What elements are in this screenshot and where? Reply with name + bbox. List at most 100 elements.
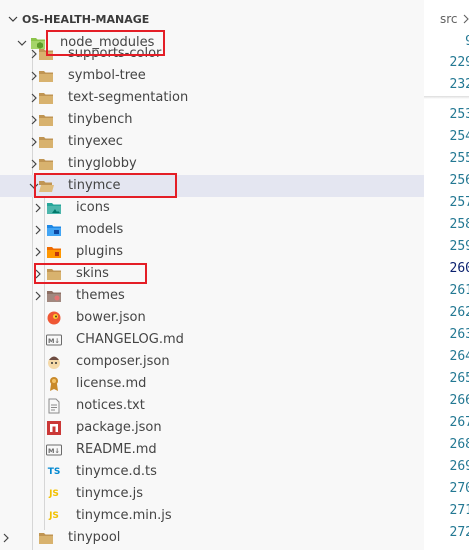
line-number: 254 [449,129,469,144]
bower-icon [46,310,62,326]
chevron-right-icon[interactable] [32,202,44,214]
text-file-icon [46,398,62,414]
file-row-changelog-md[interactable]: M↓ CHANGELOG.md [0,329,424,351]
tree-item-label: composer.json [76,354,170,369]
chevron-right-icon [462,14,469,24]
folder-row-icons[interactable]: icons [0,197,424,219]
folder-icon [38,530,54,546]
folder-icon [38,134,54,150]
file-row-readme-md[interactable]: M↓ README.md [0,439,424,461]
markdown-icon: M↓ [46,442,62,458]
folder-icon [38,68,54,84]
line-number: 257 [449,195,469,210]
markdown-icon: M↓ [46,332,62,348]
line-number: 272 [449,525,469,540]
line-number: 269 [449,459,469,474]
explorer-panel: OS-HEALTH-MANAGE node_modules supports-co… [0,0,424,550]
highlight-box-tinymce [34,173,177,198]
breadcrumb[interactable]: src [424,8,469,30]
chevron-right-icon[interactable] [0,532,12,544]
line-number: 232 [449,77,469,92]
folder-row-themes[interactable]: themes [0,285,424,307]
folder-row-plugins[interactable]: plugins [0,241,424,263]
folder-row-tinypool[interactable]: tinypool [0,527,424,549]
breadcrumb-src[interactable]: src [440,12,458,26]
folder-icon [38,156,54,172]
explorer-section-header[interactable]: OS-HEALTH-MANAGE [0,8,424,30]
folder-row-tinyexec[interactable]: tinyexec [0,131,424,153]
tree-item-label: text-segmentation [68,90,189,105]
file-row-package-json[interactable]: package.json [0,417,424,439]
file-row-bower-json[interactable]: bower.json [0,307,424,329]
line-number: 229 [449,55,469,70]
tree-item-label: tinymce.min.js [76,508,172,523]
javascript-icon: JS [49,489,59,499]
file-row-composer-json[interactable]: composer.json [0,351,424,373]
tree-item-label: tinymce.js [76,486,143,501]
folder-row-symbol-tree[interactable]: symbol-tree [0,65,424,87]
tree-item-label: icons [76,200,110,215]
line-number: 9 [424,34,469,49]
folder-row-tinyglobby[interactable]: tinyglobby [0,153,424,175]
chevron-right-icon[interactable] [32,224,44,236]
tree-item-label: symbol-tree [68,68,146,83]
highlight-box-skins [34,263,147,284]
file-row-tinymce-min-js[interactable]: JS tinymce.min.js [0,505,424,527]
images-folder-icon [46,200,62,216]
tree-item-label: tinyglobby [68,156,137,171]
line-number: 256 [449,173,469,188]
line-number: 264 [449,349,469,364]
javascript-icon: JS [49,511,59,521]
line-number: 268 [449,437,469,452]
sticky-scroll-shadow [424,96,469,99]
line-number: 267 [449,415,469,430]
line-number: 258 [449,217,469,232]
tree-item-label: plugins [76,244,123,259]
models-folder-icon [46,222,62,238]
file-row-license-md[interactable]: license.md [0,373,424,395]
line-number: 260 [449,261,469,276]
tree-item-label: README.md [76,442,157,457]
line-number: 265 [449,371,469,386]
line-number: 253 [449,107,469,122]
license-icon [46,376,62,392]
tree-item-label: license.md [76,376,147,391]
line-number: 261 [449,283,469,298]
file-row-tinymce-js[interactable]: JS tinymce.js [0,483,424,505]
editor-gutter: src 9 229 232 253 254 255 256 257 258 259 260 261 26… [424,0,469,550]
tree-item-label: tinyexec [68,134,123,149]
folder-row-text-segmentation[interactable]: text-segmentation [0,87,424,109]
tree-item-label: package.json [76,420,162,435]
composer-icon [46,354,62,370]
file-row-tinymce-d-ts[interactable]: TS tinymce.d.ts [0,461,424,483]
highlight-box-node-modules [46,30,165,56]
typescript-icon: TS [47,467,61,477]
folder-row-tinybench[interactable]: tinybench [0,109,424,131]
tree-item-label: themes [76,288,125,303]
line-number: 270 [449,481,469,496]
npm-icon [46,420,62,436]
line-number: 263 [449,327,469,342]
chevron-right-icon[interactable] [32,290,44,302]
explorer-section-title: OS-HEALTH-MANAGE [22,12,150,26]
line-number: 262 [449,305,469,320]
folder-icon [38,90,54,106]
line-number: 259 [449,239,469,254]
chevron-down-icon[interactable] [4,12,22,26]
plugins-folder-icon [46,244,62,260]
themes-folder-icon [46,288,62,304]
line-number: 271 [449,503,469,518]
tree-item-label: models [76,222,124,237]
svg-text:M↓: M↓ [48,337,60,345]
line-number: 255 [449,151,469,166]
file-row-notices-txt[interactable]: notices.txt [0,395,424,417]
tree-item-label: tinypool [68,530,121,545]
chevron-right-icon[interactable] [32,246,44,258]
line-number: 266 [449,393,469,408]
tree-item-label: CHANGELOG.md [76,332,184,347]
tree-item-label: tinybench [68,112,133,127]
tree-item-label: notices.txt [76,398,145,413]
folder-icon [38,112,54,128]
folder-row-models[interactable]: models [0,219,424,241]
svg-text:M↓: M↓ [48,447,60,455]
